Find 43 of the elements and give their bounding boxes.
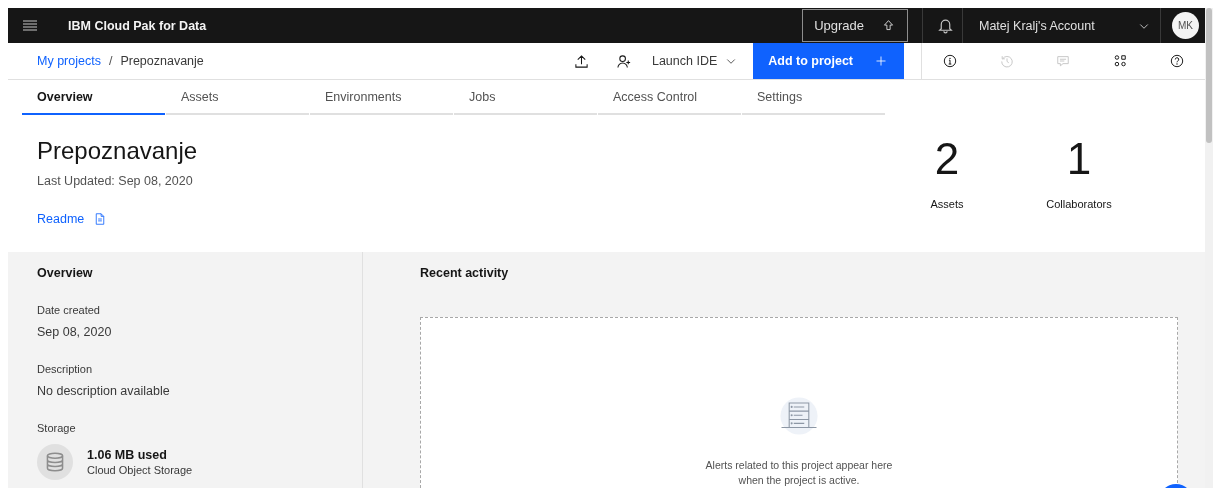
tab[interactable]: Environments	[310, 80, 453, 115]
plus-icon	[875, 55, 887, 67]
tab[interactable]: Access Control	[598, 80, 741, 115]
tab[interactable]: Jobs	[454, 80, 597, 115]
readme-link[interactable]: Readme	[37, 212, 107, 226]
up-arrow-icon	[882, 19, 895, 32]
stat-label: Collaborators	[1046, 198, 1112, 210]
shapes-icon[interactable]	[1113, 54, 1128, 68]
field-value: Sep 08, 2020	[37, 325, 113, 339]
stat-number: 1	[1066, 134, 1092, 184]
add-person-icon[interactable]	[616, 53, 632, 69]
help-icon[interactable]	[1169, 54, 1184, 68]
section-heading: Overview	[37, 266, 94, 280]
field-label: Date created	[37, 304, 101, 316]
database-drawing	[44, 451, 66, 473]
tab[interactable]: Assets	[166, 80, 309, 115]
product-name: IBM Cloud Pak for Data	[68, 18, 207, 33]
notification-bell-icon[interactable]	[937, 17, 954, 34]
tab[interactable]: Settings	[742, 80, 885, 115]
document-icon	[94, 213, 107, 225]
upload-icon[interactable]	[573, 53, 589, 69]
project-title: Prepoznavanje	[37, 137, 199, 165]
upgrade-button[interactable]: Upgrade	[802, 9, 908, 42]
field-label: Description	[37, 363, 94, 375]
storage-used: 1.06 MB used	[87, 448, 168, 462]
menu-icon[interactable]	[22, 17, 38, 34]
info-icon[interactable]	[943, 54, 958, 68]
stat-number: 2	[934, 134, 960, 184]
breadcrumb-current: Prepoznavanje	[120, 54, 204, 68]
account-switcher[interactable]: Matej Kralj's Account	[963, 8, 1160, 43]
user-avatar[interactable]: MK	[1172, 12, 1199, 39]
field-label: Storage	[37, 422, 77, 434]
breadcrumb-separator: /	[108, 54, 113, 68]
storage-service: Cloud Object Storage	[87, 464, 193, 476]
launch-ide-dropdown[interactable]: Launch IDE	[651, 54, 738, 68]
last-updated-text: Last Updated: Sep 08, 2020	[37, 174, 194, 188]
stat-label: Assets	[930, 198, 964, 210]
breadcrumb-link[interactable]: My projects	[37, 54, 101, 68]
add-to-project-button[interactable]: Add to project	[753, 43, 904, 79]
field-value: No description available	[37, 384, 171, 398]
tab[interactable]: Overview	[22, 80, 165, 115]
section-heading: Recent activity	[420, 266, 510, 280]
empty-state-message: Alerts related to this project appear here when the project is active.	[704, 458, 894, 488]
